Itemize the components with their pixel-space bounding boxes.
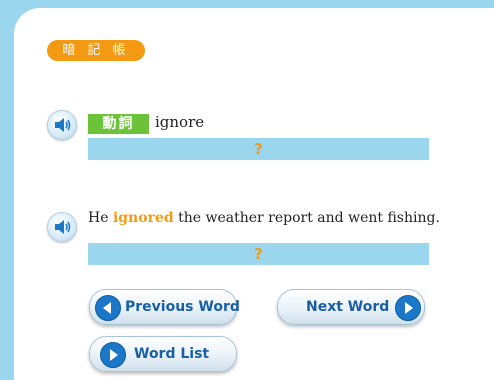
chevron-right-icon (395, 295, 421, 321)
example-sentence: He ignored the weather report and went f… (88, 210, 440, 226)
sentence-answer-reveal[interactable]: ? (88, 243, 429, 265)
chevron-right-icon (100, 342, 126, 368)
previous-word-button[interactable]: Previous Word (89, 289, 240, 325)
speaker-icon (55, 220, 71, 234)
notebook-tag: 暗 記 帳 (47, 40, 145, 61)
next-word-button[interactable]: Next Word (277, 289, 425, 325)
word-list-button[interactable]: Word List (89, 336, 237, 372)
word-list-label: Word List (134, 346, 210, 362)
play-sentence-audio-button[interactable] (47, 212, 77, 242)
content-panel (14, 8, 494, 380)
next-word-label: Next Word (306, 299, 390, 315)
play-word-audio-button[interactable] (47, 110, 77, 140)
word-answer-reveal[interactable]: ? (88, 138, 429, 160)
vocab-word: ignore (155, 113, 205, 131)
sentence-before: He (88, 210, 113, 226)
sentence-after: the weather report and went fishing. (173, 210, 440, 226)
sentence-highlight-word: ignored (112, 210, 174, 226)
part-of-speech-badge: 動詞 (88, 114, 149, 134)
speaker-icon (55, 118, 71, 132)
previous-word-label: Previous Word (125, 299, 240, 315)
chevron-left-icon (95, 295, 121, 321)
